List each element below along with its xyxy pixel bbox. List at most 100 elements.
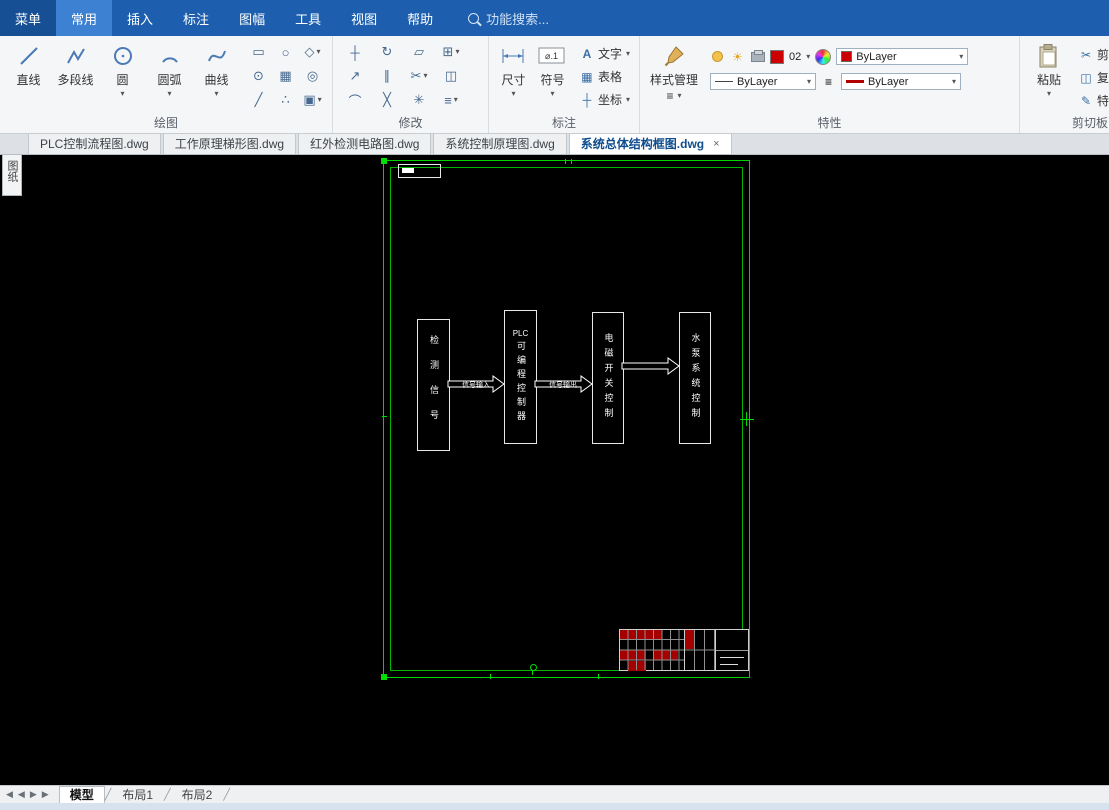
coordinate-button[interactable]: ┼ 坐标 ▾ <box>577 90 633 109</box>
move-icon[interactable]: ┼ <box>339 40 371 64</box>
model-tab[interactable]: 模型 <box>58 785 105 804</box>
panel-label-modify: 修改 <box>398 116 423 130</box>
spline-button[interactable]: 曲线 ▾ <box>194 40 239 115</box>
explode-icon[interactable]: ✳ <box>403 88 435 112</box>
chevron-down-icon[interactable]: ▾ <box>511 90 515 98</box>
offset-icon[interactable]: ∥ <box>371 64 403 88</box>
style-manager-button[interactable]: 样式管理 <box>646 40 702 88</box>
polygon-icon[interactable]: ◇ ▾ <box>299 40 326 64</box>
layout1-tab[interactable]: 布局1 <box>111 786 164 804</box>
menu-item-annotate[interactable]: 标注 <box>168 0 224 36</box>
array-icon[interactable]: ⊞ ▾ <box>435 40 467 64</box>
table-label: 表格 <box>597 70 622 84</box>
diagram-box-switch-control[interactable]: 电磁开关控制 <box>592 312 624 444</box>
circle-button[interactable]: 圆 ▾ <box>100 40 145 115</box>
region-icon[interactable]: ▣ ▾ <box>299 88 326 112</box>
close-icon[interactable]: × <box>713 138 719 150</box>
chevron-down-icon[interactable]: ▾ <box>214 90 218 98</box>
dimension-label: 尺寸 <box>501 73 526 87</box>
doc-tab-system-structure[interactable]: 系统总体结构框图.dwg × <box>568 132 732 154</box>
doc-tab-plc-flowchart[interactable]: PLC控制流程图.dwg <box>28 132 161 154</box>
multipoint-icon[interactable]: ∴ <box>272 88 299 112</box>
color-swatch[interactable] <box>770 49 784 64</box>
symbol-button[interactable]: ⌀.1 符号 ▾ <box>534 40 571 115</box>
donut-icon[interactable]: ◎ <box>299 64 326 88</box>
dimension-button[interactable]: 尺寸 ▾ <box>495 40 532 115</box>
arc-button[interactable]: 圆弧 ▾ <box>147 40 192 115</box>
arc-icon <box>159 43 181 69</box>
chevron-down-icon[interactable]: ▾ <box>167 90 171 98</box>
menu-item-view[interactable]: 视图 <box>336 0 392 36</box>
color-wheel-icon[interactable] <box>815 48 832 65</box>
rotate-icon[interactable]: ↻ <box>371 40 403 64</box>
diagram-box-plc[interactable]: PLC 可编程控制器 <box>504 310 537 444</box>
style-manager-label: 样式管理 <box>649 73 698 87</box>
cut-label: 剪切 <box>1097 48 1109 62</box>
fillet-icon[interactable]: ⌒ <box>339 88 371 112</box>
text-button[interactable]: A 文字 ▾ <box>577 44 633 63</box>
doc-tab-control-principle[interactable]: 系统控制原理图.dwg <box>433 132 567 154</box>
copy-button[interactable]: ◫ 复制 <box>1076 68 1109 87</box>
menu-item-insert[interactable]: 插入 <box>112 0 168 36</box>
grip-right-mid-cross[interactable] <box>740 419 754 420</box>
chevron-down-icon[interactable]: ▾ <box>806 52 810 61</box>
match-properties-button[interactable]: ✎ 特性 <box>1076 91 1109 110</box>
color-bylayer-select[interactable]: ByLayer ▾ <box>836 48 969 65</box>
match-properties-label: 特性 <box>1097 94 1109 108</box>
chevron-down-icon[interactable]: ▾ <box>120 90 124 98</box>
paste-button[interactable]: 粘贴 ▾ <box>1026 40 1072 115</box>
layer-on-icon[interactable] <box>710 49 725 64</box>
ellipse-icon[interactable]: ○ <box>272 40 299 64</box>
box-top-text: PLC <box>512 329 529 338</box>
point-icon[interactable]: ⊙ <box>245 64 272 88</box>
scale-icon[interactable]: ↗ <box>339 64 371 88</box>
layer-thaw-icon[interactable]: ☀ <box>730 49 745 64</box>
layout2-tab[interactable]: 布局2 <box>171 786 224 804</box>
line-button[interactable]: 直线 <box>6 40 51 115</box>
menu-item-menu[interactable]: 菜单 <box>0 0 57 36</box>
mirror-icon[interactable]: ▱ <box>403 40 435 64</box>
doc-tab-infrared-circuit[interactable]: 红外检测电路图.dwg <box>298 132 432 154</box>
cut-button[interactable]: ✂ 剪切 <box>1076 45 1109 64</box>
chevron-down-icon: ▾ <box>316 47 321 56</box>
next-layout-button[interactable]: ▶ <box>30 789 37 800</box>
join-icon[interactable]: ≡ ▾ <box>435 88 467 112</box>
title-block[interactable] <box>619 629 749 671</box>
prev-layout-button[interactable]: ◀ <box>18 789 25 800</box>
grip-bottom-left[interactable] <box>381 674 387 680</box>
layer-plot-icon[interactable] <box>750 49 765 64</box>
function-search[interactable]: 功能搜索... <box>468 0 549 36</box>
chevron-down-icon[interactable]: ▾ <box>550 90 554 98</box>
menu-item-tools[interactable]: 工具 <box>280 0 336 36</box>
linetype-manager-icon[interactable]: ≡ <box>821 74 836 89</box>
grip-top-left[interactable] <box>381 158 387 164</box>
doc-tab-ladder-diagram[interactable]: 工作原理梯形图.dwg <box>162 132 297 154</box>
doc-tab-label: 红外检测电路图.dwg <box>310 137 420 151</box>
trim-icon[interactable]: ✂ ▾ <box>403 64 435 88</box>
hatch-icon[interactable]: ▦ <box>272 64 299 88</box>
diagram-box-water-system[interactable]: 水泵系统控制 <box>679 312 711 444</box>
menu-item-help[interactable]: 帮助 <box>392 0 448 36</box>
first-layout-button[interactable]: ◀ <box>6 789 13 800</box>
erase-icon[interactable]: ╳ <box>371 88 403 112</box>
rectangle-icon[interactable]: ▭ <box>245 40 272 64</box>
menu-item-sheet[interactable]: 图幅 <box>224 0 280 36</box>
construction-line-icon[interactable]: ╱ <box>245 88 272 112</box>
table-button[interactable]: ▦ 表格 <box>577 67 633 86</box>
arrow-label: 信号输出 <box>549 382 577 389</box>
text-icon: A <box>582 46 592 61</box>
menu-item-home[interactable]: 常用 <box>56 0 113 36</box>
grip-right-mid-cross[interactable] <box>746 412 747 426</box>
drawing-canvas[interactable]: 检测信号 PLC 可编程控制器 电磁开关控制 水泵系统控制 信号输入 信号输出 <box>0 155 1109 785</box>
copy-icon[interactable]: ◫ <box>435 64 467 88</box>
polyline-button[interactable]: 多段线 <box>53 40 98 115</box>
last-layout-button[interactable]: ▶ <box>42 789 49 800</box>
lineweight-select[interactable]: ByLayer ▾ <box>841 73 961 90</box>
linetype-select[interactable]: ByLayer ▾ <box>710 73 816 90</box>
arc-label: 圆弧 <box>157 73 182 87</box>
diagram-box-detect-signal[interactable]: 检测信号 <box>417 319 450 451</box>
polyline-label: 多段线 <box>57 73 94 87</box>
circle-label: 圆 <box>116 73 129 87</box>
style-more-button[interactable]: ≡ ▾ <box>663 88 684 104</box>
chevron-down-icon[interactable]: ▾ <box>1047 90 1051 98</box>
